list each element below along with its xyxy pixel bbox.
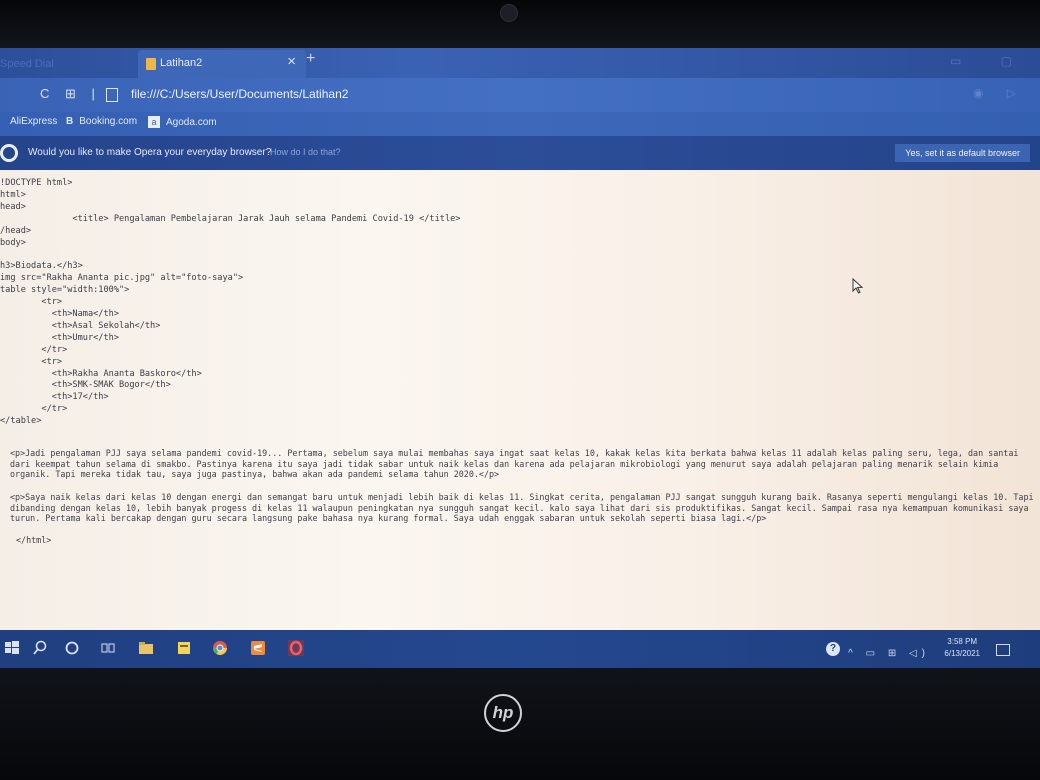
reload-icon[interactable]: C ⊞ | bbox=[40, 86, 101, 102]
tab-speed-dial[interactable]: Speed Dial bbox=[0, 54, 120, 74]
default-browser-banner: Would you like to make Opera your everyd… bbox=[0, 136, 1040, 170]
laptop-bezel-top bbox=[0, 0, 1040, 48]
sublime-text-icon[interactable] bbox=[250, 640, 266, 656]
page-content: !DOCTYPE html> html> head> <title> Penga… bbox=[0, 170, 1040, 630]
system-tray-icons[interactable]: ^ ▭ ⊞ ◁) bbox=[848, 648, 930, 659]
bookmark-aliexpress[interactable]: AliExpress bbox=[10, 116, 57, 127]
opera-taskbar-icon[interactable] bbox=[288, 640, 304, 656]
tab-bar: Speed Dial Latihan2 × + ▭ ▢ bbox=[0, 48, 1040, 78]
bookmark-booking[interactable]: B Booking.com bbox=[66, 116, 137, 127]
window-controls[interactable]: ▭ ▢ bbox=[950, 54, 1030, 68]
mouse-cursor-icon bbox=[852, 278, 864, 294]
windows-start-icon[interactable] bbox=[4, 640, 20, 656]
bookmark-agoda[interactable]: a Agoda.com bbox=[148, 116, 217, 128]
bookmark-label: Booking.com bbox=[79, 116, 138, 127]
set-default-button[interactable]: Yes, set it as default browser bbox=[895, 144, 1030, 162]
html-end-tag: </html> bbox=[16, 535, 52, 545]
opera-icon bbox=[0, 144, 18, 162]
webcam bbox=[500, 4, 518, 22]
close-tab-icon[interactable]: × bbox=[287, 53, 296, 70]
file-explorer-icon[interactable] bbox=[138, 640, 154, 656]
new-tab-button[interactable]: + bbox=[306, 50, 315, 68]
tab-latihan2[interactable]: Latihan2 × bbox=[138, 50, 306, 78]
sticky-notes-icon[interactable] bbox=[176, 640, 192, 656]
paragraph-2: <p>Saya naik kelas dari kelas 10 dengan … bbox=[10, 492, 1034, 524]
action-center-icon[interactable] bbox=[996, 644, 1010, 656]
clock[interactable]: 3:58 PM 6/13/2021 bbox=[944, 636, 980, 660]
tab-title: Latihan2 bbox=[160, 57, 203, 69]
page-icon bbox=[106, 88, 118, 102]
taskbar: ? ^ ▭ ⊞ ◁) 3:58 PM 6/13/2021 bbox=[0, 630, 1040, 668]
file-icon bbox=[146, 58, 156, 70]
laptop-bezel-bottom bbox=[0, 668, 1040, 780]
bookmarks-bar: AliExpress B Booking.com a Agoda.com bbox=[0, 112, 1040, 136]
bookmark-label: Agoda.com bbox=[166, 117, 217, 128]
chrome-icon[interactable] bbox=[212, 640, 228, 656]
clock-date: 6/13/2021 bbox=[944, 649, 980, 658]
address-bar: C ⊞ | file:///C:/Users/User/Documents/La… bbox=[0, 78, 1040, 112]
banner-message: Would you like to make Opera your everyd… bbox=[28, 147, 272, 158]
clock-time: 3:58 PM bbox=[947, 637, 978, 646]
toolbar-right-icons[interactable]: ◉ ▷ bbox=[973, 86, 1026, 100]
booking-icon: B bbox=[66, 116, 74, 127]
help-icon[interactable]: ? bbox=[826, 642, 840, 656]
hp-logo: hp bbox=[484, 694, 522, 732]
paragraph-1: <p>Jadi pengalaman PJJ saya selama pande… bbox=[10, 448, 1019, 480]
task-view-icon[interactable] bbox=[100, 640, 116, 656]
source-code: !DOCTYPE html> html> head> <title> Penga… bbox=[0, 178, 461, 427]
help-link[interactable]: How do I do that? bbox=[270, 147, 341, 157]
url-field[interactable]: file:///C:/Users/User/Documents/Latihan2 bbox=[131, 87, 348, 101]
agoda-icon: a bbox=[148, 116, 160, 128]
screen: Speed Dial Latihan2 × + ▭ ▢ C ⊞ | file:/… bbox=[0, 48, 1040, 668]
cortana-icon[interactable] bbox=[64, 640, 80, 656]
search-icon[interactable] bbox=[32, 640, 48, 656]
